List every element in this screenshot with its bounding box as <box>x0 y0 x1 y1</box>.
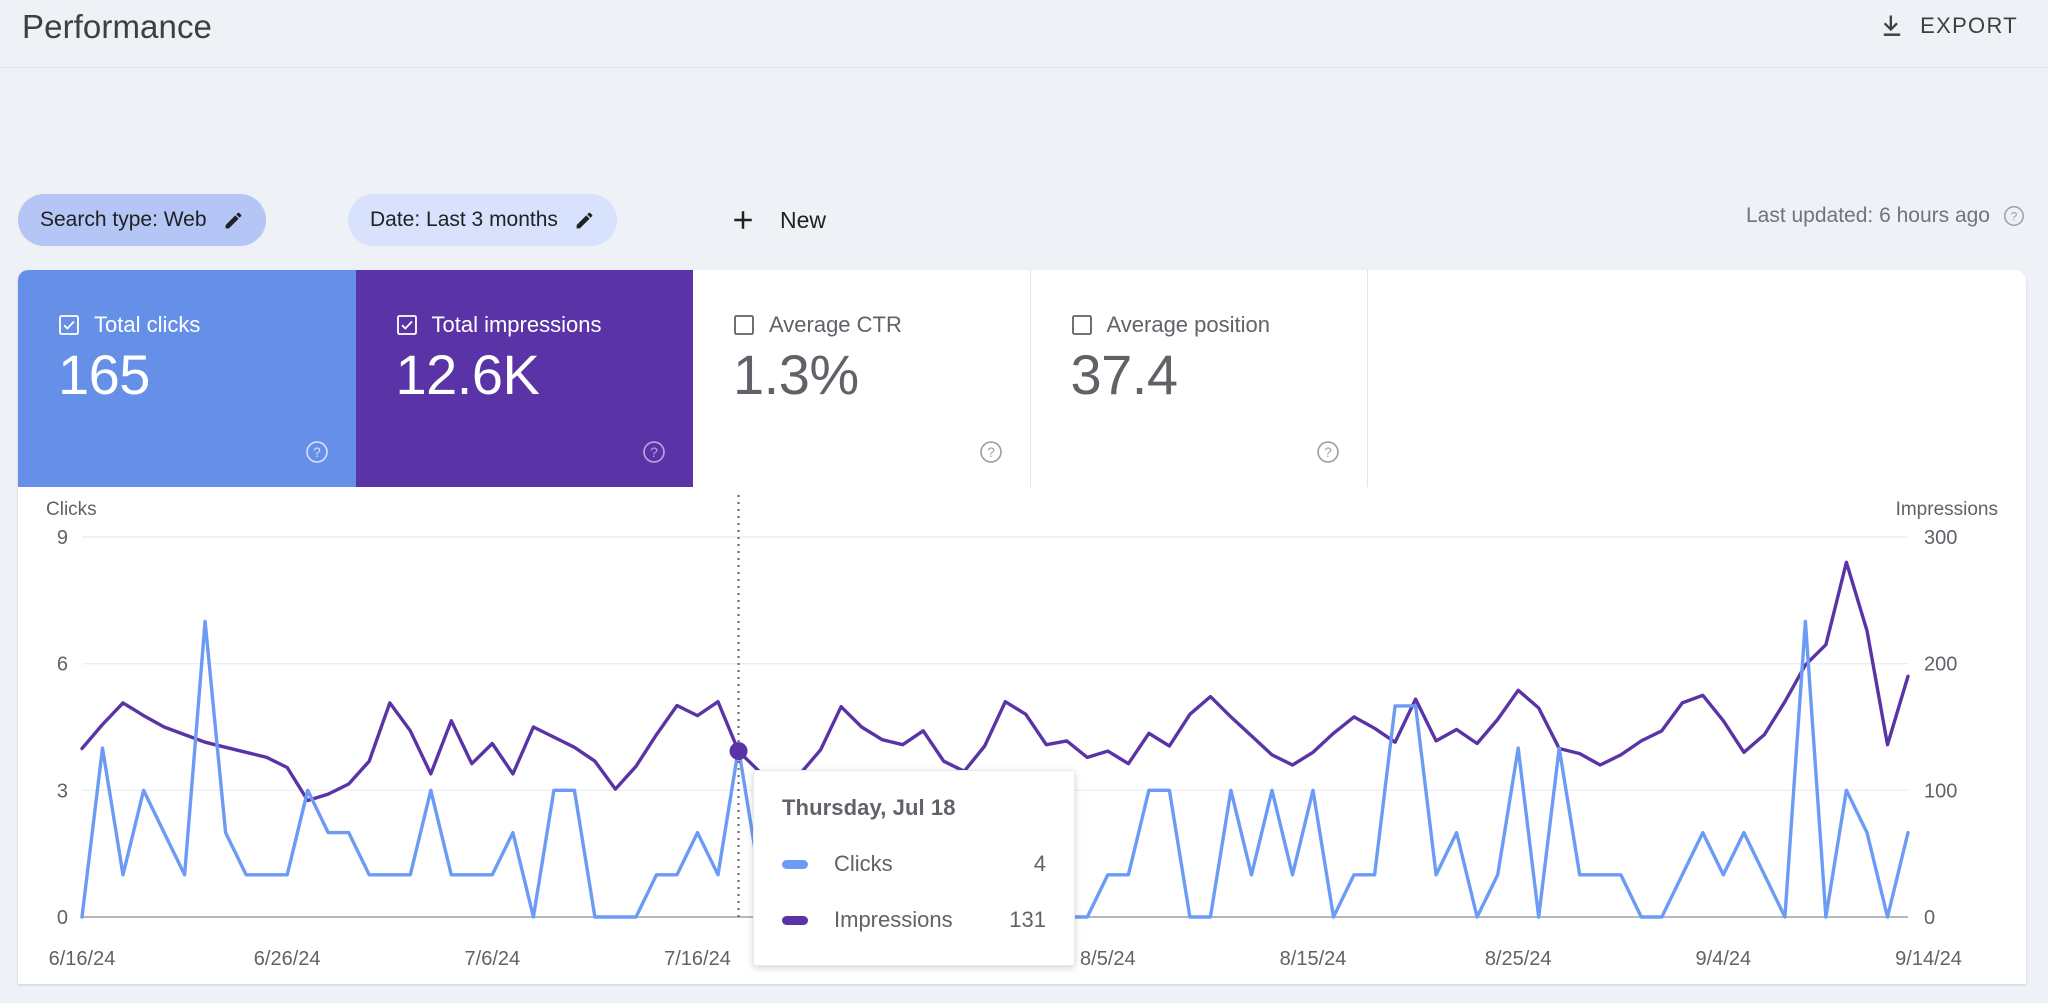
svg-text:?: ? <box>313 445 321 460</box>
svg-text:300: 300 <box>1924 527 1957 549</box>
export-button[interactable]: EXPORT <box>1870 6 2026 46</box>
svg-text:8/25/24: 8/25/24 <box>1485 948 1552 970</box>
checkbox-checked-icon[interactable] <box>396 314 418 336</box>
chart-tooltip: Thursday, Jul 18 Clicks 4 Impressions 13… <box>753 770 1075 966</box>
metric-value: 1.3% <box>733 343 859 406</box>
metric-card-average-position[interactable]: Average position 37.4 ? <box>1030 270 1368 487</box>
svg-text:0: 0 <box>57 907 68 929</box>
help-circle-icon[interactable]: ? <box>304 439 330 465</box>
svg-text:?: ? <box>987 445 995 460</box>
metric-header: Total clicks <box>58 312 200 338</box>
svg-text:6/26/24: 6/26/24 <box>254 948 321 970</box>
tooltip-series-value: 131 <box>1009 907 1046 932</box>
pencil-icon[interactable] <box>223 210 244 231</box>
legend-swatch-impressions <box>782 915 808 925</box>
new-filter-label: New <box>780 206 827 233</box>
svg-text:6: 6 <box>57 654 68 676</box>
svg-text:7/6/24: 7/6/24 <box>465 948 521 970</box>
help-circle-icon[interactable]: ? <box>1315 439 1341 465</box>
metric-card-total-impressions[interactable]: Total impressions 12.6K ? <box>355 270 693 487</box>
metric-value: 165 <box>58 343 150 406</box>
metric-header: Average position <box>1071 312 1271 338</box>
metric-value: 37.4 <box>1070 343 1179 406</box>
metric-label: Average CTR <box>769 312 902 337</box>
tooltip-row-impressions: Impressions 131 <box>782 907 1046 933</box>
metric-value: 12.6K <box>395 343 540 406</box>
tooltip-date: Thursday, Jul 18 <box>782 795 956 820</box>
help-circle-icon[interactable]: ? <box>641 439 667 465</box>
checkbox-unchecked-icon[interactable] <box>733 314 755 336</box>
plus-icon <box>728 205 758 235</box>
metric-label: Total clicks <box>94 312 201 337</box>
checkbox-unchecked-icon[interactable] <box>1071 314 1093 336</box>
page-header: Performance EXPORT <box>0 0 2048 68</box>
page-title: Performance <box>22 8 213 45</box>
metric-card-average-ctr[interactable]: Average CTR 1.3% ? <box>693 270 1031 487</box>
filter-chip-search-type[interactable]: Search type: Web <box>18 194 266 246</box>
svg-text:9/4/24: 9/4/24 <box>1696 948 1752 970</box>
download-icon <box>1878 12 1906 40</box>
metric-header: Total impressions <box>396 312 602 338</box>
export-label: EXPORT <box>1920 13 2018 38</box>
svg-text:200: 200 <box>1924 654 1957 676</box>
svg-text:?: ? <box>1324 445 1332 460</box>
svg-text:7/16/24: 7/16/24 <box>664 948 731 970</box>
help-circle-icon[interactable]: ? <box>2002 204 2026 228</box>
tooltip-series-name: Clicks <box>834 851 893 876</box>
filter-chip-label: Date: Last 3 months <box>370 208 558 231</box>
svg-text:8/15/24: 8/15/24 <box>1280 948 1347 970</box>
metric-label: Total impressions <box>431 312 602 337</box>
svg-text:100: 100 <box>1924 780 1957 802</box>
filter-chip-date[interactable]: Date: Last 3 months <box>348 194 617 246</box>
metric-label: Average position <box>1106 312 1271 337</box>
metric-card-row: Total clicks 165 ? Total impressions 12.… <box>18 270 1368 487</box>
svg-text:0: 0 <box>1924 907 1935 929</box>
last-updated: Last updated: 6 hours ago ? <box>1746 204 2026 228</box>
pencil-icon[interactable] <box>574 210 595 231</box>
filter-chip-label: Search type: Web <box>40 208 207 231</box>
svg-text:6/16/24: 6/16/24 <box>49 948 116 970</box>
new-filter-button[interactable]: New <box>718 194 836 246</box>
svg-text:9: 9 <box>57 527 68 549</box>
last-updated-text: Last updated: 6 hours ago <box>1745 204 1990 227</box>
svg-text:8/5/24: 8/5/24 <box>1080 948 1136 970</box>
svg-text:9/14/24: 9/14/24 <box>1895 948 1962 970</box>
metric-header: Average CTR <box>733 312 902 338</box>
filter-bar: Search type: Web Date: Last 3 months New… <box>0 68 2048 246</box>
help-circle-icon[interactable]: ? <box>978 439 1004 465</box>
svg-text:?: ? <box>650 445 658 460</box>
svg-text:3: 3 <box>57 780 68 802</box>
tooltip-series-name: Impressions <box>834 907 953 932</box>
checkbox-checked-icon[interactable] <box>58 314 80 336</box>
performance-card: Total clicks 165 ? Total impressions 12.… <box>18 270 2026 984</box>
svg-text:?: ? <box>2011 209 2018 223</box>
tooltip-row-clicks: Clicks 4 <box>782 851 1046 877</box>
tooltip-series-value: 4 <box>1033 851 1046 876</box>
metric-card-total-clicks[interactable]: Total clicks 165 ? <box>18 270 356 487</box>
performance-page: Performance EXPORT Search type: Web Date… <box>0 0 2048 1003</box>
legend-swatch-clicks <box>782 859 808 869</box>
